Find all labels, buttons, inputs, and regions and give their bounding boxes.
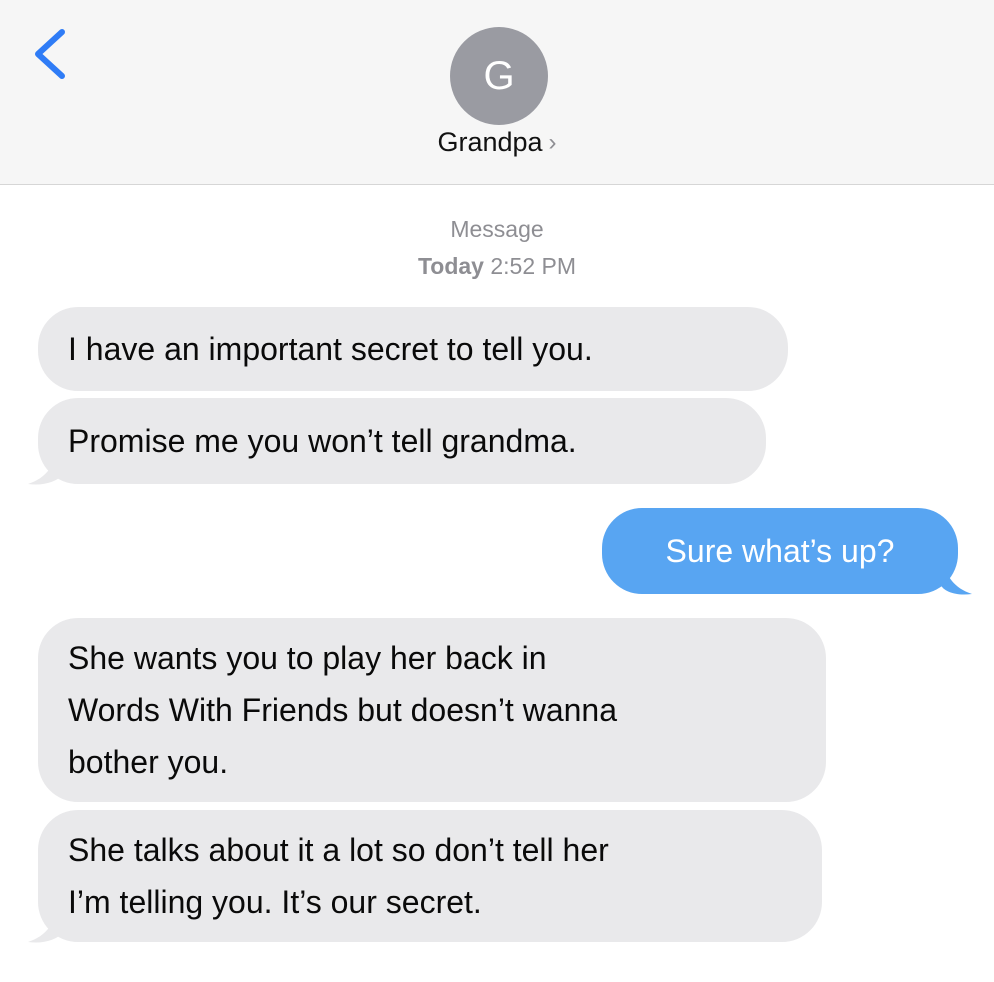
chevron-right-icon: › <box>548 129 557 156</box>
message-bubble-received[interactable]: I have an important secret to tell you. <box>38 307 788 391</box>
message-text: Sure what’s up? <box>665 533 895 569</box>
message-bubble-received[interactable]: Promise me you won’t tell grandma. <box>38 398 766 484</box>
message-bubble-received[interactable]: She talks about it a lot so don’t tell h… <box>38 810 822 942</box>
message-text-line: I’m telling you. It’s our secret. <box>68 884 482 920</box>
contact-avatar[interactable]: G <box>450 27 548 125</box>
message-text-line: bother you. <box>68 744 229 780</box>
message-text: Promise me you won’t tell grandma. <box>68 423 577 459</box>
service-label: Message <box>450 216 544 242</box>
chevron-left-icon <box>35 29 65 79</box>
contact-name-button[interactable]: Grandpa › <box>0 124 994 161</box>
message-text-line: She talks about it a lot so don’t tell h… <box>68 832 609 868</box>
message-text-line: Words With Friends but doesn’t wanna <box>68 692 617 728</box>
message-text-line: She wants you to play her back in <box>68 640 547 676</box>
timestamp: Today 2:52 PM <box>0 253 994 280</box>
message-text: I have an important secret to tell you. <box>68 331 593 367</box>
timestamp-day: Today <box>417 253 484 279</box>
contact-name: Grandpa <box>437 127 543 157</box>
avatar-initial: G <box>483 53 515 98</box>
back-button[interactable] <box>28 28 74 80</box>
conversation-header: G Grandpa › <box>0 0 994 185</box>
message-bubble-sent[interactable]: Sure what’s up? <box>602 508 958 594</box>
message-bubble-received[interactable]: She wants you to play her back in Words … <box>38 618 826 802</box>
timestamp-time: 2:52 PM <box>490 253 577 279</box>
